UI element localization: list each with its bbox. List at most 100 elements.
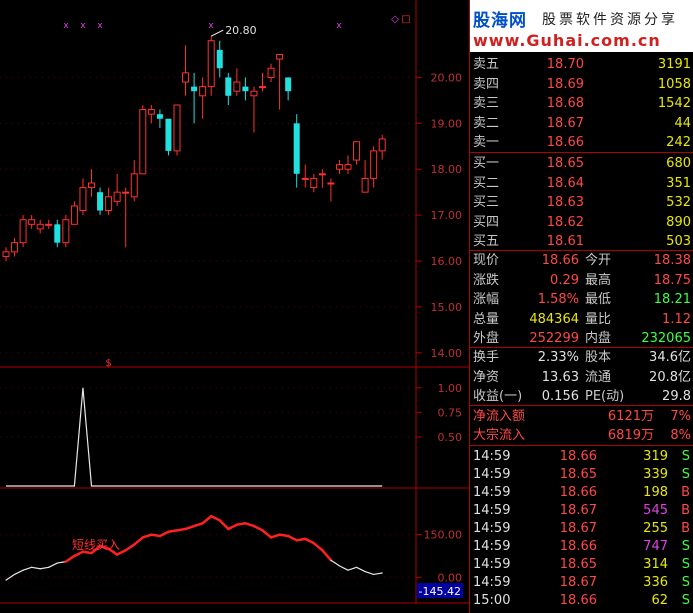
stat-label: 内盘	[585, 331, 612, 346]
tick-time: 14:59	[473, 521, 511, 536]
book-level-label: 买一	[473, 156, 500, 171]
candle-body	[156, 114, 163, 119]
book-price: 18.61	[546, 234, 584, 249]
tick-time: 14:59	[473, 539, 511, 554]
tick-row[interactable]: 14:59 18.67 255 B	[470, 519, 693, 538]
tick-row[interactable]: 14:59 18.67 336 S	[470, 573, 693, 592]
flow-row[interactable]: 大宗流入 6819万 8%	[470, 426, 693, 445]
bid-row[interactable]: 买一 18.65 680	[470, 154, 693, 173]
stat-row[interactable]: 现价 18.66 今开 18.38	[470, 251, 693, 270]
book-volume: 3191	[657, 57, 691, 72]
tick-row[interactable]: 14:59 18.65 314 S	[470, 555, 693, 574]
bid-row[interactable]: 买二 18.64 351	[470, 174, 693, 193]
tick-row[interactable]: 14:59 18.67 545 B	[470, 501, 693, 520]
price-tick-label: 16.00	[431, 255, 463, 268]
ask-row[interactable]: 卖一 18.66 242	[470, 133, 693, 152]
price-tick-label: 15.00	[431, 301, 463, 314]
stat-row[interactable]: 涨幅 1.58% 最低 18.21	[470, 290, 693, 309]
candle-body	[182, 72, 190, 83]
tick-side: S	[681, 449, 690, 464]
candle-body	[276, 53, 284, 60]
ask-row[interactable]: 卖三 18.68 1542	[470, 94, 693, 113]
candle-body	[191, 86, 198, 92]
stat-label: 净资	[473, 369, 500, 385]
ind2-segment	[347, 566, 358, 571]
candle-body	[70, 205, 78, 225]
candle-body	[199, 86, 207, 97]
candle-body	[353, 141, 361, 161]
tick-side: S	[681, 557, 690, 572]
candle-body	[233, 81, 241, 92]
candle-body	[259, 86, 266, 89]
book-volume: 1542	[657, 96, 691, 111]
ind2-segment	[373, 572, 383, 576]
book-level-label: 买三	[473, 195, 500, 210]
candle-body	[216, 49, 223, 69]
tick-price: 18.67	[559, 575, 597, 590]
flow-value: 6819万	[607, 428, 654, 443]
book-level-label: 卖二	[473, 115, 500, 131]
stat-value: 0.29	[550, 272, 579, 288]
candle-body	[318, 173, 326, 176]
tick-side: B	[681, 485, 690, 500]
bid-row[interactable]: 买五 18.61 503	[470, 232, 693, 251]
candle-body	[267, 67, 275, 78]
bid-row[interactable]: 买四 18.62 890	[470, 213, 693, 232]
candle-body	[301, 177, 309, 180]
ind2-segment	[167, 529, 179, 534]
stat-label: 最高	[585, 272, 612, 288]
book-price: 18.62	[546, 214, 584, 230]
tick-row[interactable]: 14:59 18.66 198 B	[470, 483, 693, 502]
stat-label: 总量	[473, 311, 500, 327]
tick-row[interactable]: 15:00 18.66 62 S	[470, 591, 693, 610]
ind2-segment	[150, 533, 162, 538]
price-tick-label: 19.00	[431, 117, 463, 130]
stat-value: 18.38	[653, 253, 691, 268]
candle-body	[19, 219, 27, 244]
stat-row[interactable]: 收益(一) 0.156 PE(动) 29.8	[470, 387, 693, 406]
tick-row[interactable]: 14:59 18.65 339 S	[470, 465, 693, 484]
stat-label: 最低	[585, 292, 612, 307]
ind2-segment	[209, 514, 221, 522]
book-volume: 44	[674, 115, 691, 131]
site-logo[interactable]: 股海网 股票软件资源分享 www.Guhai.com.cn	[470, 0, 693, 52]
flow-label: 净流入额	[473, 409, 526, 424]
stat-value: 20.8亿	[649, 369, 691, 385]
tick-volume: 319	[643, 449, 668, 464]
candle-body	[310, 177, 318, 189]
high-price-label: 20.80	[225, 24, 257, 37]
ask-row[interactable]: 卖四 18.69 1058	[470, 75, 693, 94]
tick-row[interactable]: 14:59 18.66 319 S	[470, 447, 693, 466]
tick-row[interactable]: 14:59 18.66 747 S	[470, 537, 693, 556]
stat-row[interactable]: 外盘 252299 内盘 232065	[470, 329, 693, 348]
stat-value: 18.75	[653, 272, 691, 288]
stat-value: 252299	[529, 331, 579, 346]
ind2-segment	[13, 569, 24, 576]
stat-row[interactable]: 换手 2.33% 股本 34.6亿	[470, 348, 693, 367]
ask-row[interactable]: 卖五 18.70 3191	[470, 55, 693, 74]
ind1-tick-label: 1.00	[438, 382, 463, 395]
stat-row[interactable]: 涨跌 0.29 最高 18.75	[470, 271, 693, 290]
book-level-label: 买四	[473, 214, 500, 230]
stat-value: 18.66	[541, 253, 579, 268]
flow-row[interactable]: 净流入额 6121万 7%	[470, 407, 693, 426]
tick-side: S	[681, 575, 690, 590]
candle-body	[250, 90, 258, 97]
ask-row[interactable]: 卖二 18.67 44	[470, 114, 693, 133]
stat-label: 外盘	[473, 331, 500, 346]
ind1-line	[6, 387, 383, 487]
ind2-segment	[124, 543, 136, 552]
tick-price: 18.67	[559, 503, 597, 518]
candle-body	[62, 219, 70, 244]
stat-row[interactable]: 总量 484364 量比 1.12	[470, 310, 693, 329]
candle-body	[335, 164, 343, 170]
stat-value: 34.6亿	[649, 350, 691, 365]
ind2-segment	[269, 533, 281, 539]
stat-label: 现价	[473, 253, 500, 268]
price-tick-label: 14.00	[431, 347, 463, 360]
bid-row[interactable]: 买三 18.63 532	[470, 193, 693, 212]
stat-row[interactable]: 净资 13.63 流通 20.8亿	[470, 368, 693, 387]
ind2-segment	[22, 566, 33, 571]
kline-chart[interactable]: 1.00 0.75 0.50 150.00 0.00 短线买入 -145.42 20.00…	[0, 0, 469, 613]
candle-body	[225, 77, 232, 96]
